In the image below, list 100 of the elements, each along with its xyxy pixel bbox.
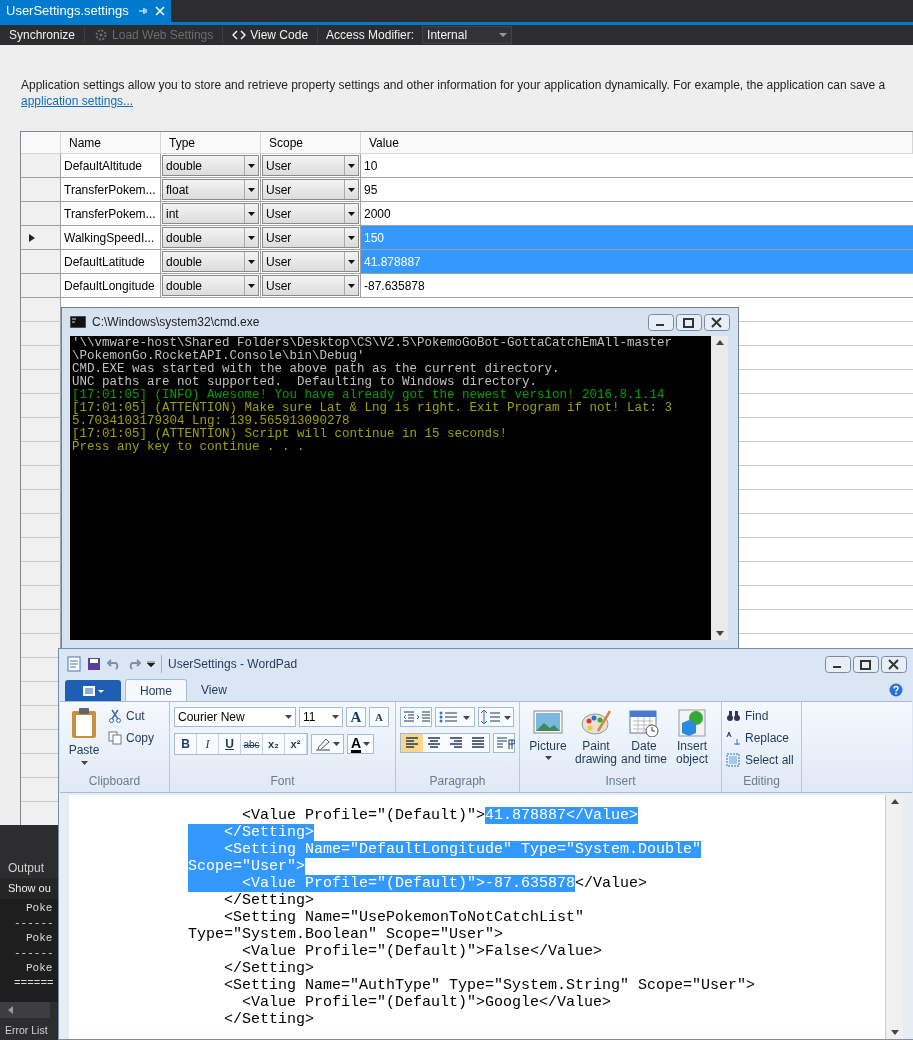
console-line: [17:01:05] (INFO) Awesome! You have already got the newest version! 2016.8.1.14 [72, 389, 665, 402]
format-button[interactable]: x₂ [263, 734, 285, 754]
cell-dropdown[interactable]: double [162, 251, 259, 272]
cell-dropdown[interactable]: double [162, 227, 259, 248]
font-name-field[interactable]: Courier New [174, 707, 296, 727]
value-cell[interactable]: -87.635878 [361, 274, 913, 297]
caret-icon [348, 211, 355, 216]
paragraph-icon[interactable] [493, 733, 515, 753]
scroll-up-icon[interactable] [890, 799, 899, 804]
insert-paint-button[interactable]: Paint drawing [572, 707, 620, 772]
format-button[interactable]: I [197, 734, 219, 754]
toolbar-button[interactable]: Synchronize [0, 25, 85, 45]
cell-dropdown[interactable]: User [262, 179, 359, 200]
maximize-icon[interactable] [853, 655, 879, 673]
scroll-up-icon[interactable] [715, 340, 724, 345]
format-button[interactable]: U [219, 734, 241, 754]
column-header[interactable]: Value [369, 133, 399, 152]
caret-icon [285, 715, 292, 719]
description-text: Application settings allow you to store and retrieve property settings and other information for your application dynamically. For example, the application can save a [21, 77, 887, 93]
code-text: <Value Profile="(Default)">False</Value> [241, 943, 603, 960]
highlight-button[interactable] [311, 734, 344, 754]
output-line: ------ [14, 945, 54, 961]
format-button[interactable]: x² [285, 734, 307, 754]
table-cell-text: WalkingSpeedI... [64, 229, 155, 247]
close-icon[interactable] [881, 655, 907, 673]
font-size-field[interactable]: 11 [299, 707, 343, 727]
output-line: ====== [14, 975, 54, 991]
application-menu-button[interactable] [65, 680, 121, 701]
replace-button[interactable]: Replace [726, 729, 794, 747]
save-icon[interactable] [87, 657, 101, 671]
binoculars-icon [726, 709, 741, 723]
document-tab[interactable]: UserSettings.settings [0, 0, 171, 22]
select-all-icon [726, 753, 741, 767]
maximize-icon[interactable] [676, 313, 702, 331]
caret-icon [80, 761, 88, 765]
value-cell[interactable]: 2000 [361, 202, 913, 225]
close-icon[interactable] [704, 313, 730, 331]
caret-icon [248, 163, 255, 168]
cell-dropdown[interactable]: User [262, 203, 359, 224]
insert-datetime-button[interactable]: Date and time [620, 707, 668, 772]
indent-icon[interactable] [400, 707, 432, 727]
align-left-icon[interactable] [401, 734, 423, 752]
document-icon[interactable] [67, 656, 81, 672]
pin-icon[interactable] [136, 6, 147, 16]
undo-icon[interactable] [107, 658, 121, 670]
vertical-scrollbar[interactable] [885, 795, 903, 1039]
insert-picture-button[interactable]: Picture [524, 707, 572, 772]
find-button[interactable]: Find [726, 707, 794, 725]
value-cell[interactable]: 95 [361, 178, 913, 201]
cell-dropdown[interactable]: User [262, 227, 359, 248]
minimize-icon[interactable] [825, 655, 851, 673]
cell-dropdown[interactable]: float [162, 179, 259, 200]
access-modifier-dropdown[interactable]: Internal [422, 26, 513, 44]
list-icon[interactable] [435, 707, 475, 727]
cell-dropdown[interactable]: int [162, 203, 259, 224]
cell-dropdown[interactable]: double [162, 155, 259, 176]
cell-dropdown[interactable]: User [262, 155, 359, 176]
column-header[interactable]: Type [169, 133, 195, 152]
code-text: </Setting> [223, 892, 315, 909]
redo-icon[interactable] [127, 658, 141, 670]
help-icon[interactable] [889, 683, 903, 697]
settings-link[interactable]: application settings... [21, 94, 134, 108]
code-text: <Setting Name="UsePokemonToNotCatchList" [223, 909, 585, 926]
cut-button[interactable]: Cut [108, 707, 154, 725]
insert-object-button[interactable]: Insert object [668, 707, 716, 772]
selectall-button[interactable]: Select all [726, 751, 794, 769]
row-header[interactable] [21, 226, 61, 249]
scroll-down-icon[interactable] [890, 1030, 899, 1035]
cell-dropdown[interactable]: double [162, 275, 259, 296]
gear-icon [94, 28, 109, 42]
caret-icon [348, 235, 355, 240]
format-button[interactable]: B [175, 734, 197, 754]
scroll-left-icon[interactable] [8, 1006, 13, 1015]
value-cell[interactable]: 10 [361, 154, 913, 177]
ribbon-tab[interactable]: View [187, 679, 241, 701]
toolbar-button[interactable]: View Code [223, 25, 318, 45]
code-icon [232, 30, 247, 40]
paste-button[interactable]: Paste [64, 707, 104, 772]
shrink-font-button[interactable]: A [369, 707, 389, 727]
copy-button[interactable]: Copy [108, 729, 154, 747]
line-spacing-icon[interactable] [478, 707, 514, 727]
output-panel-title: Output [8, 861, 45, 875]
caret-icon [248, 259, 255, 264]
scroll-down-icon[interactable] [715, 631, 724, 636]
format-button[interactable]: abc [241, 734, 263, 754]
column-header[interactable]: Name [69, 133, 101, 152]
ribbon-tab[interactable]: Home [125, 679, 187, 701]
customize-icon[interactable] [147, 661, 155, 667]
minimize-icon[interactable] [648, 313, 674, 331]
console-line: UNC paths are not supported. Defaulting to Windows directory. [72, 376, 538, 389]
object-icon [676, 707, 708, 737]
error-list-tab[interactable]: Error List [5, 1024, 48, 1037]
console-line: \PokemonGo.RocketAPI.Console\bin\Debug' [72, 350, 365, 363]
picture-icon [532, 707, 564, 737]
font-color-button[interactable]: A [347, 734, 375, 754]
grow-font-button[interactable]: A [346, 707, 366, 727]
cell-dropdown[interactable]: User [262, 251, 359, 272]
vertical-scrollbar[interactable] [711, 336, 728, 640]
cell-dropdown[interactable]: User [262, 275, 359, 296]
column-header[interactable]: Scope [269, 133, 304, 152]
